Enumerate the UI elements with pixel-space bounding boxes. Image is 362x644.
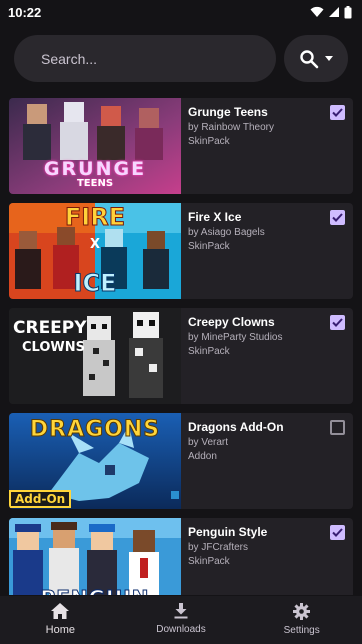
nav-home[interactable]: Home xyxy=(0,596,121,644)
list-item[interactable]: PENGUIN Penguin Style by JFCrafters Skin… xyxy=(9,518,353,595)
item-title: Dragons Add-On xyxy=(188,420,284,434)
item-thumbnail: CREEPY CLOWNS xyxy=(9,308,181,404)
item-thumbnail: GRUNGE TEENS xyxy=(9,98,181,194)
list-item[interactable]: FIRE X ICE Fire X Ice by Asiago Bagels S… xyxy=(9,203,353,299)
content-list: GRUNGE TEENS Grunge Teens by Rainbow The… xyxy=(9,98,353,595)
item-type: SkinPack xyxy=(188,136,230,147)
item-checkbox[interactable] xyxy=(330,525,345,540)
status-bar: 10:22 xyxy=(0,0,362,24)
item-author: by Verart xyxy=(188,437,229,448)
item-thumbnail: FIRE X ICE xyxy=(9,203,181,299)
item-checkbox[interactable] xyxy=(330,210,345,225)
item-title: Fire X Ice xyxy=(188,210,242,224)
thumb-title: GRUNGE xyxy=(43,158,147,180)
status-icons xyxy=(310,5,352,19)
item-title: Penguin Style xyxy=(188,525,268,539)
search-input[interactable] xyxy=(14,35,276,82)
list-item[interactable]: DRAGONS Add-On Dragons Add-On by Verart … xyxy=(9,413,353,509)
search-filter-button[interactable] xyxy=(284,35,348,82)
item-author: by Asiago Bagels xyxy=(188,227,265,238)
item-info: Dragons Add-On by Verart Addon xyxy=(181,413,353,509)
check-icon xyxy=(332,213,343,222)
battery-icon xyxy=(344,5,352,18)
item-checkbox[interactable] xyxy=(330,315,345,330)
thumb-subtitle: TEENS xyxy=(76,178,114,189)
item-info: Fire X Ice by Asiago Bagels SkinPack xyxy=(181,203,353,299)
thumb-subtitle: ICE xyxy=(73,269,117,298)
nav-downloads[interactable]: Downloads xyxy=(121,596,242,644)
thumb-x: X xyxy=(89,237,101,252)
item-title: Creepy Clowns xyxy=(188,315,275,329)
bottom-navigation: Home Downloads Settings xyxy=(0,596,362,644)
item-title: Grunge Teens xyxy=(188,105,268,119)
list-item[interactable]: CREEPY CLOWNS Creepy Clowns by MineParty… xyxy=(9,308,353,404)
thumb-title: FIRE xyxy=(64,203,126,232)
item-thumbnail: PENGUIN xyxy=(9,518,181,595)
check-icon xyxy=(332,108,343,117)
thumb-title: DRAGONS xyxy=(29,417,161,443)
item-info: Penguin Style by JFCrafters SkinPack xyxy=(181,518,353,595)
nav-settings[interactable]: Settings xyxy=(241,596,362,644)
gear-icon xyxy=(293,603,311,620)
item-info: Grunge Teens by Rainbow Theory SkinPack xyxy=(181,98,353,194)
search-bar xyxy=(14,35,348,82)
check-icon xyxy=(332,528,343,537)
item-type: SkinPack xyxy=(188,346,230,357)
item-author: by Rainbow Theory xyxy=(188,122,274,133)
status-time: 10:22 xyxy=(8,4,42,20)
item-type: SkinPack xyxy=(188,241,230,252)
check-icon xyxy=(332,318,343,327)
caret-down-icon xyxy=(325,56,333,61)
nav-home-label: Home xyxy=(45,624,75,636)
item-type: SkinPack xyxy=(188,556,230,567)
thumb-title: PENGUIN xyxy=(9,586,181,596)
item-author: by JFCrafters xyxy=(188,542,249,553)
home-icon xyxy=(51,603,70,619)
download-icon xyxy=(174,603,188,619)
item-author: by MineParty Studios xyxy=(188,332,283,343)
list-item[interactable]: GRUNGE TEENS Grunge Teens by Rainbow The… xyxy=(9,98,353,194)
wifi-icon xyxy=(310,6,324,17)
nav-downloads-label: Downloads xyxy=(156,624,206,635)
item-info: Creepy Clowns by MineParty Studios SkinP… xyxy=(181,308,353,404)
thumb-subtitle: Add-On xyxy=(9,490,72,508)
item-thumbnail: DRAGONS Add-On xyxy=(9,413,181,509)
item-checkbox[interactable] xyxy=(330,420,345,435)
search-icon xyxy=(300,49,319,68)
thumb-title: CREEPY xyxy=(13,318,87,338)
item-checkbox[interactable] xyxy=(330,105,345,120)
thumb-subtitle: CLOWNS xyxy=(22,340,85,355)
nav-settings-label: Settings xyxy=(283,625,320,636)
signal-icon xyxy=(329,7,339,17)
item-type: Addon xyxy=(188,451,217,462)
